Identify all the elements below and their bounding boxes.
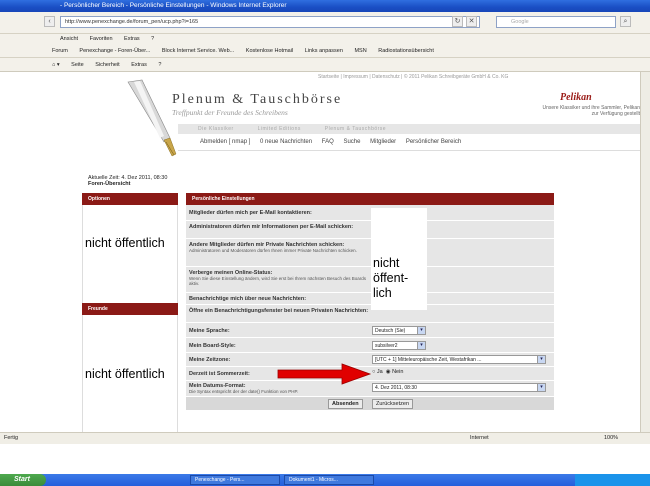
forum-index-link[interactable]: Foren-Übersicht <box>88 181 167 187</box>
nav-ucp[interactable]: Persönlicher Bereich <box>406 139 461 145</box>
redaction-label-settings: nicht öffent- lich <box>373 256 409 300</box>
window-title: - Persönlicher Bereich - Persönliche Ein… <box>60 2 287 9</box>
tab-plenum[interactable]: Plenum & Tauschbörse <box>325 126 386 132</box>
refresh-icon[interactable]: ↻ <box>452 16 463 27</box>
red-arrow-icon <box>277 363 372 385</box>
dst-yes-label: Ja <box>376 369 383 375</box>
fav-hotmail[interactable]: Kostenlose Hotmail <box>246 48 293 54</box>
fav-radio[interactable]: Radiostationsübersicht <box>378 48 434 54</box>
row-label: Meine Sprache: <box>189 328 230 334</box>
start-button[interactable]: Start <box>0 474 46 486</box>
redaction-label-options: nicht öffentlich <box>85 236 165 250</box>
nav-search[interactable]: Suche <box>343 139 360 145</box>
task-penexchange[interactable]: Penexchange - Pers... <box>190 475 280 485</box>
menu-help[interactable]: ? <box>151 36 154 42</box>
fav-forum[interactable]: Forum <box>52 48 68 54</box>
settings-row: Andere Mitglieder dürfen mir Private Nac… <box>186 239 554 267</box>
status-text: Fertig <box>4 435 19 441</box>
forum-nav: Abmelden [ nmap ] 0 neue Nachrichten FAQ… <box>200 139 469 145</box>
command-bar: ⌂ ▾ Seite Sicherheit Extras ? <box>0 58 650 72</box>
fav-penexchange[interactable]: Penexchange - Foren-Über... <box>79 48 150 54</box>
row-label: Mitglieder dürfen mich per E-Mail kontak… <box>189 210 312 216</box>
address-url: http://www.penexchange.de/forum_pen/ucp.… <box>65 19 199 25</box>
settings-row: Meine Sprache: <box>186 323 554 338</box>
row-label: Öffne ein Benachrichtigungsfenster bei n… <box>189 308 369 314</box>
vertical-scrollbar[interactable] <box>640 72 650 432</box>
system-tray <box>575 474 650 486</box>
favorites-bar: Forum Penexchange - Foren-Über... Block … <box>0 44 650 58</box>
redaction-label-friends: nicht öffentlich <box>85 367 165 381</box>
pelikan-tagline: Unsere Klassiker und ihre Sammler, Pelik… <box>542 105 640 117</box>
row-label: Administratoren dürfen mir Informationen… <box>189 224 354 230</box>
window-title-bar: - Persönlicher Bereich - Persönliche Ein… <box>0 0 650 12</box>
site-top-links[interactable]: Startseite | Impressum | Datenschutz | ©… <box>318 74 648 84</box>
row-label: Verberge meinen Online-Status: Wenn Sie d… <box>189 270 367 286</box>
task-dokument[interactable]: Dokument1 - Micros... <box>284 475 374 485</box>
current-time-block: Aktuelle Zeit: 4. Dez 2011, 08:30 Foren-… <box>88 175 167 187</box>
form-actions: Absenden Zurücksetzen <box>186 397 554 410</box>
settings-row: Verberge meinen Online-Status: Wenn Sie d… <box>186 267 554 293</box>
fountain-pen-icon <box>127 79 177 157</box>
fav-links[interactable]: Links anpassen <box>305 48 343 54</box>
chevron-down-icon: ▾ <box>537 384 545 391</box>
timezone-select[interactable]: [UTC + 1] Mitteleuropäische Zeit, Westaf… <box>372 355 546 364</box>
settings-header: Persönliche Einstellungen <box>186 193 554 205</box>
nav-logout[interactable]: Abmelden [ nmap ] <box>200 139 250 145</box>
language-select[interactable]: Deutsch (Sie) ▾ <box>372 326 426 335</box>
stop-icon[interactable]: ✕ <box>466 16 477 27</box>
pelikan-logo[interactable]: Pelikan <box>560 92 592 103</box>
nav-messages[interactable]: 0 neue Nachrichten <box>260 139 312 145</box>
row-label: Benachrichtige mich über neue Nachrichte… <box>189 296 307 302</box>
settings-row: Administratoren dürfen mir Informationen… <box>186 221 554 239</box>
dst-yes-radio[interactable]: ○ <box>372 369 375 375</box>
settings-row: Mein Board-Style: <box>186 338 554 353</box>
dst-radio-group: ○ Ja ◉ Nein <box>372 369 403 375</box>
site-tabs: Die Klassiker Limited Editions Plenum & … <box>178 124 640 134</box>
back-icon[interactable]: ‹ <box>44 16 55 27</box>
row-label: Mein Board-Style: <box>189 343 236 349</box>
settings-row: Öffne ein Benachrichtigungsfenster bei n… <box>186 305 554 323</box>
address-bar[interactable]: http://www.penexchange.de/forum_pen/ucp.… <box>60 16 480 28</box>
search-placeholder: Google <box>511 19 529 25</box>
options-panel <box>82 205 178 303</box>
settings-row: Benachrichtige mich über neue Nachrichte… <box>186 293 554 305</box>
friends-header: Freunde <box>82 303 178 315</box>
site-subtitle: Treffpunkt der Freunde des Schreibens <box>172 108 288 117</box>
chevron-down-icon: ▾ <box>417 327 425 334</box>
status-bar: Fertig Internet 100% <box>0 432 650 444</box>
date-format-select[interactable]: 4. Dez 2011, 08:30 ▾ <box>372 383 546 392</box>
fav-msn[interactable]: MSN <box>354 48 366 54</box>
fav-block-internet[interactable]: Block Internet Service. Web... <box>162 48 234 54</box>
desktop-area <box>0 444 650 474</box>
cmd-sicherheit[interactable]: Sicherheit <box>95 62 119 68</box>
nav-divider <box>178 150 640 151</box>
menu-ansicht[interactable]: Ansicht <box>60 36 78 42</box>
reset-button[interactable]: Zurücksetzen <box>372 399 414 409</box>
submit-button[interactable]: Absenden <box>328 399 363 409</box>
row-label: Andere Mitglieder dürfen mir Private Nac… <box>189 242 357 253</box>
menu-extras[interactable]: Extras <box>124 36 140 42</box>
dst-no-radio[interactable]: ◉ <box>386 369 391 375</box>
cmd-extras[interactable]: Extras <box>131 62 147 68</box>
search-icon[interactable]: ⌕ <box>620 16 631 27</box>
style-select[interactable]: subsilver2 ▾ <box>372 341 426 350</box>
menu-bar: Ansicht Favoriten Extras ? <box>0 34 650 44</box>
chevron-down-icon: ▾ <box>537 356 545 363</box>
nav-members[interactable]: Mitglieder <box>370 139 396 145</box>
cmd-seite[interactable]: Seite <box>71 62 84 68</box>
site-title: Plenum & Tauschbörse <box>172 92 343 107</box>
zoom-level[interactable]: 100% <box>604 433 618 444</box>
nav-faq[interactable]: FAQ <box>322 139 334 145</box>
tab-klassiker[interactable]: Die Klassiker <box>198 126 234 132</box>
tab-limited-editions[interactable]: Limited Editions <box>258 126 301 132</box>
chevron-down-icon: ▾ <box>417 342 425 349</box>
settings-row: Mitglieder dürfen mich per E-Mail kontak… <box>186 205 554 221</box>
options-header: Optionen <box>82 193 178 205</box>
menu-favoriten[interactable]: Favoriten <box>90 36 113 42</box>
help-icon[interactable]: ? <box>158 62 161 68</box>
dst-no-label: Nein <box>392 369 404 375</box>
internet-zone: Internet <box>470 435 489 441</box>
home-icon[interactable]: ⌂ ▾ <box>52 62 60 68</box>
search-input[interactable]: Google <box>496 16 616 28</box>
